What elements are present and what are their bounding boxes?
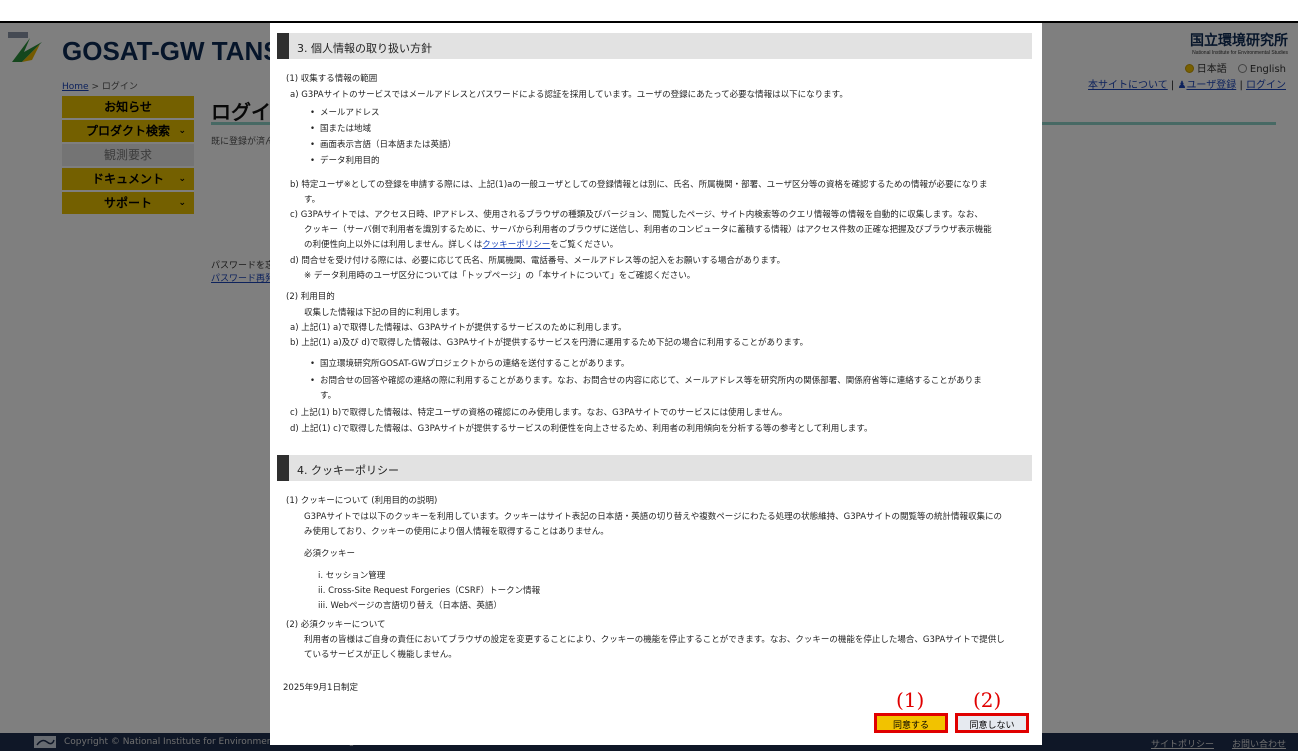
section-4-title: 4. クッキーポリシー (297, 464, 399, 477)
s4-2-text-cont: ているサービスが正しく機能しません。 (304, 650, 457, 660)
list-item: 画面表示言語（日本語または英語） (310, 140, 456, 151)
s3-1d-text: d) 問合せを受け付ける際には、必要に応じて氏名、所属機関、電話番号、メールアド… (290, 256, 786, 266)
cookie-item: iii. Webページの言語切り替え（日本語、英語） (318, 601, 502, 611)
s4-2-text: 利用者の皆様はご自身の責任においてブラウザの設定を変更することにより、クッキーの… (304, 635, 1005, 645)
annotation-2: (2) (973, 688, 1002, 712)
s3-1c-text-a: の利便性向上以外には利用しません。詳しくは (304, 240, 483, 250)
section-3-header: 3. 個人情報の取り扱い方針 (277, 33, 1032, 59)
s4-1-heading: (1) クッキーについて (利用目的の説明) (286, 496, 438, 506)
s3-2-heading: (2) 利用目的 (286, 292, 335, 302)
section-marker (277, 33, 289, 59)
s3-1c-text: c) G3PAサイトでは、アクセス日時、IPアドレス、使用されるブラウザの種類及… (290, 210, 983, 220)
s3-2d-text: d) 上記(1) c)で取得した情報は、G3PAサイトが提供するサービスの利便性… (290, 424, 873, 434)
s4-1-text: G3PAサイトでは以下のクッキーを利用しています。クッキーはサイト表記の日本語・… (304, 512, 1003, 522)
s3-1-note: ※ データ利用時のユーザ区分については「トップページ」の「本サイトについて」をご… (304, 271, 696, 281)
s3-1c-text-b: をご覧ください。 (550, 240, 619, 250)
s3-1-heading: (1) 収集する情報の範囲 (286, 74, 378, 84)
s3-1a-text: a) G3PAサイトのサービスではメールアドレスとパスワードによる認証を採用して… (290, 90, 848, 100)
list-item: 国立環境研究所GOSAT-GWプロジェクトからの連絡を送付することがあります。 (310, 359, 629, 370)
s4-1-text-cont: み使用しており、クッキーの使用により個人情報を取得することはありません。 (304, 527, 609, 537)
list-item-cont: す。 (320, 391, 337, 401)
section-4-header: 4. クッキーポリシー (277, 455, 1032, 481)
cookie-item: i. セッション管理 (318, 571, 386, 581)
s4-2-heading: (2) 必須クッキーについて (286, 620, 386, 630)
list-item: 国または地域 (310, 124, 371, 135)
required-cookies-label: 必須クッキー (304, 549, 356, 559)
window-top-strip (0, 0, 1298, 23)
s3-2-intro: 収集した情報は下記の目的に利用します。 (304, 308, 465, 318)
cookie-item: ii. Cross-Site Request Forgeries（CSRF）トー… (318, 586, 541, 596)
list-item: お問合せの回答や確認の連絡の際に利用することがあります。なお、お問合せの内容に応… (310, 376, 982, 387)
s3-1c-text-cont: クッキー（サーバ側で利用者を識別するために、サーバから利用者のブラウザに送信し、… (304, 225, 992, 235)
s3-2a-text: a) 上記(1) a)で取得した情報は、G3PAサイトが提供するサービスのために… (290, 323, 627, 333)
enacted-date: 2025年9月1日制定 (283, 683, 358, 693)
s3-1b-text-cont: す。 (304, 195, 321, 205)
list-item: データ利用目的 (310, 156, 379, 167)
s3-1b-text: b) 特定ユーザ※としての登録を申請する際には、上記(1)aの一般ユーザとしての… (290, 180, 988, 190)
s3-2b-text: b) 上記(1) a)及び d)で取得した情報は、G3PAサイトが提供するサービ… (290, 338, 809, 348)
section-marker (277, 455, 289, 481)
s3-1c-text-cont2: の利便性向上以外には利用しません。詳しくはクッキーポリシーをご覧ください。 (304, 240, 618, 251)
s3-2c-text: c) 上記(1) b)で取得した情報は、特定ユーザの資格の確認にのみ使用します。… (290, 408, 788, 418)
agree-button[interactable]: 同意する (874, 713, 948, 733)
annotation-1: (1) (896, 688, 925, 712)
cookie-policy-link[interactable]: クッキーポリシー (482, 240, 550, 250)
list-item: メールアドレス (310, 108, 379, 119)
section-3-title: 3. 個人情報の取り扱い方針 (297, 42, 432, 55)
disagree-button[interactable]: 同意しない (955, 713, 1029, 733)
